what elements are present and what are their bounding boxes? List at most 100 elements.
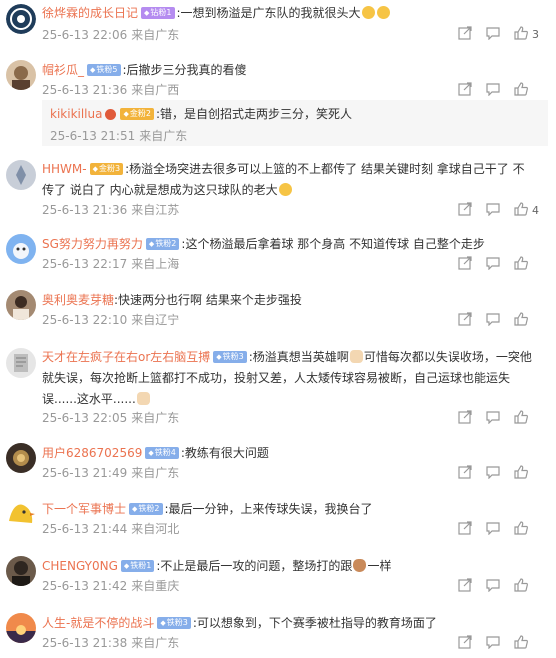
- location: 来自广东: [139, 129, 188, 143]
- badge-label: 铁粉5: [96, 65, 118, 74]
- fan-badge[interactable]: ◆铁粉3: [157, 617, 191, 629]
- verified-red-icon: [105, 109, 117, 120]
- comment-actions: [0, 312, 556, 328]
- username-link[interactable]: 徐烨霖的成长日记: [42, 6, 138, 20]
- like-icon[interactable]: [514, 410, 528, 424]
- avatar[interactable]: [6, 348, 36, 378]
- like-icon[interactable]: [514, 635, 528, 649]
- comment-text: :可以想象到，下个赛季被杜指导的教育场面了: [192, 616, 437, 630]
- comment-actions: 3: [0, 26, 556, 42]
- like-icon[interactable]: [514, 578, 528, 592]
- timestamp: 25-6-13 21:51: [50, 129, 136, 143]
- comment-content: 帽衫瓜_ ◆铁粉5:后撤步三分我真的看傻: [42, 60, 542, 81]
- comment-content: CHENGY0NG ◆铁粉1:不止是最后一攻的问题，整场打的跟 一样: [42, 556, 542, 577]
- badge-label: 铁粉2: [155, 239, 177, 248]
- sweat-grin-emoji: [361, 6, 375, 19]
- username-link[interactable]: 用户6286702569: [42, 446, 142, 460]
- like-icon[interactable]: [514, 82, 528, 96]
- comment-text: :一想到杨溢是广东队的我就很头大: [176, 6, 361, 20]
- badge-label: 金粉2: [129, 109, 151, 118]
- username-link[interactable]: HHWM-: [42, 162, 87, 176]
- comment-actions: [0, 465, 556, 481]
- badge-icon: ◆: [132, 505, 138, 513]
- badge-icon: ◆: [90, 66, 96, 74]
- like-icon[interactable]: [514, 256, 528, 270]
- like-icon[interactable]: [514, 202, 528, 216]
- share-icon[interactable]: [458, 465, 472, 479]
- sweat-grin-emoji: [376, 6, 390, 19]
- comment-content: 用户6286702569 ◆铁粉4:教练有很大问题: [42, 443, 542, 464]
- share-icon[interactable]: [458, 521, 472, 535]
- badge-label: 铁粉2: [138, 504, 160, 513]
- share-icon[interactable]: [458, 82, 472, 96]
- fan-badge[interactable]: ◆铁粉3: [213, 351, 247, 363]
- comment-content: 天才在左疯子在右or左右脑互搏 ◆铁粉3:杨溢真想当英雄啊 可惜每次都以失误收场，一…: [42, 347, 538, 410]
- fan-badge[interactable]: ◆铁粉5: [87, 64, 121, 76]
- badge-label: 铁粉4: [154, 448, 176, 457]
- fan-badge[interactable]: ◆铁粉2: [145, 238, 180, 250]
- like-icon[interactable]: [514, 465, 528, 479]
- comment-actions: [0, 635, 556, 651]
- like-icon[interactable]: [514, 521, 528, 535]
- reply-box: kikikillua ◆金粉2:错，是自创招式走两步三分，笑死人 25-6-13 …: [42, 100, 548, 146]
- like-icon[interactable]: [514, 26, 528, 40]
- comment-actions: [0, 410, 556, 426]
- comment-content: 下一个军事博士 ◆铁粉2:最后一分钟，上来传球失误，我换台了: [42, 499, 542, 520]
- fan-badge[interactable]: ◆钻粉1: [141, 7, 175, 19]
- comment-icon[interactable]: [486, 578, 500, 592]
- comment-text: :不止是最后一攻的问题，整场打的跟: [156, 559, 353, 573]
- username-link[interactable]: 奥利奥麦芽糖: [42, 293, 114, 307]
- fan-badge[interactable]: ◆铁粉4: [145, 447, 179, 459]
- badge-label: 铁粉1: [130, 561, 152, 570]
- comment-text: 一样: [367, 559, 392, 573]
- badge-icon: ◆: [123, 110, 129, 118]
- fan-badge[interactable]: ◆金粉2: [120, 108, 154, 120]
- username-link[interactable]: SG努力努力再努力: [42, 237, 143, 251]
- comment-icon[interactable]: [486, 26, 500, 40]
- comment-icon[interactable]: [486, 410, 500, 424]
- share-icon[interactable]: [458, 256, 472, 270]
- comment-icon[interactable]: [486, 256, 500, 270]
- fan-badge[interactable]: ◆铁粉1: [120, 560, 155, 572]
- reply-meta: 25-6-13 21:51 来自广东: [50, 129, 187, 143]
- comment-text: :这个杨溢最后拿着球 那个身高 不知道传球 自己整个走步: [181, 237, 485, 251]
- fan-badge[interactable]: ◆金粉3: [89, 163, 124, 175]
- comment-text: :快速两分也行啊 结果来个走步强投: [114, 293, 302, 307]
- comment-icon[interactable]: [486, 465, 500, 479]
- comment-icon[interactable]: [486, 521, 500, 535]
- dog-emoji: [349, 350, 363, 363]
- share-icon[interactable]: [458, 410, 472, 424]
- smirk-emoji: [278, 183, 292, 196]
- fan-badge[interactable]: ◆铁粉2: [129, 503, 163, 515]
- like-icon[interactable]: [514, 312, 528, 326]
- comment-icon[interactable]: [486, 312, 500, 326]
- comment-content: HHWM- ◆金粉3:杨溢全场突进去很多可以上篮的不上都传了 结果关键时刻 拿球自…: [42, 159, 532, 201]
- username-link[interactable]: 人生-就是不停的战斗: [42, 616, 154, 630]
- share-icon[interactable]: [458, 635, 472, 649]
- badge-icon: ◆: [92, 165, 98, 173]
- comment-text: :后撤步三分我真的看傻: [122, 63, 247, 77]
- like-count: 3: [532, 28, 539, 41]
- username-link[interactable]: 帽衫瓜_: [42, 63, 84, 77]
- share-icon[interactable]: [458, 312, 472, 326]
- comment-actions: 4: [0, 202, 556, 218]
- reply-username-link[interactable]: kikikillua: [50, 107, 102, 121]
- comment-icon[interactable]: [486, 202, 500, 216]
- comment-content: 人生-就是不停的战斗 ◆铁粉3:可以想象到，下个赛季被杜指导的教育场面了: [42, 613, 542, 634]
- username-link[interactable]: 下一个军事博士: [42, 502, 126, 516]
- avatar[interactable]: [6, 160, 36, 190]
- share-icon[interactable]: [458, 202, 472, 216]
- comment-text: :杨溢真想当英雄啊: [248, 350, 349, 364]
- badge-icon: ◆: [123, 562, 130, 570]
- comment-content: SG努力努力再努力 ◆铁粉2:这个杨溢最后拿着球 那个身高 不知道传球 自己整个走…: [42, 234, 542, 255]
- comment-actions: [0, 578, 556, 594]
- comment-content: 徐烨霖的成长日记 ◆钻粉1:一想到杨溢是广东队的我就很头大: [42, 3, 542, 24]
- badge-icon: ◆: [148, 240, 155, 248]
- comment-icon[interactable]: [486, 82, 500, 96]
- share-icon[interactable]: [458, 26, 472, 40]
- dog-emoji: [136, 392, 150, 405]
- username-link[interactable]: CHENGY0NG: [42, 559, 118, 573]
- username-link[interactable]: 天才在左疯子在右or左右脑互搏: [42, 350, 210, 364]
- comment-icon[interactable]: [486, 635, 500, 649]
- share-icon[interactable]: [458, 578, 472, 592]
